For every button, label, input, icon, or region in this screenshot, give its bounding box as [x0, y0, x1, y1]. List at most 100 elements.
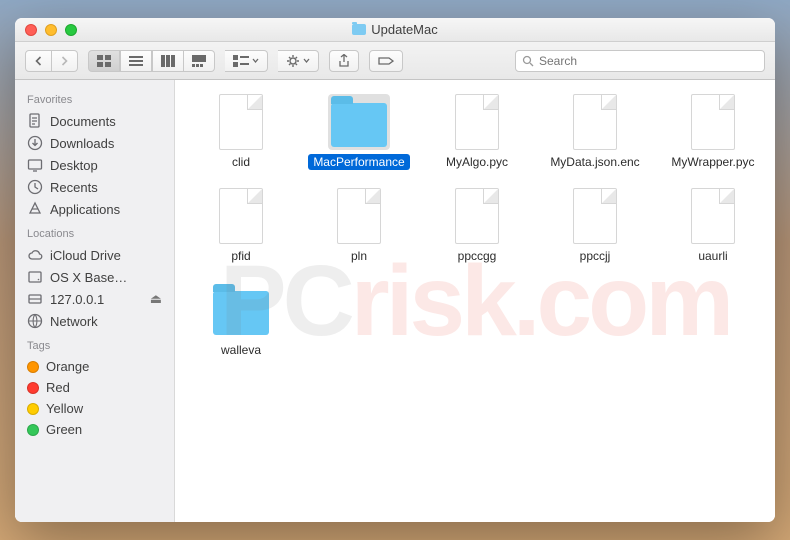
sidebar-item-recents[interactable]: Recents	[15, 176, 174, 198]
columns-icon	[161, 55, 175, 67]
tag-icon	[378, 55, 394, 67]
grid-icon	[97, 55, 111, 67]
close-button[interactable]	[25, 24, 37, 36]
sidebar-item-red[interactable]: Red	[15, 377, 174, 398]
search-input[interactable]	[539, 54, 758, 68]
minimize-button[interactable]	[45, 24, 57, 36]
file-item[interactable]: pln	[303, 188, 415, 264]
view-buttons	[88, 50, 215, 72]
sidebar-item-documents[interactable]: Documents	[15, 110, 174, 132]
tags-button[interactable]	[369, 50, 403, 72]
content-area: Favorites Documents DownloadsDesktop Recent…	[15, 80, 775, 522]
file-label: MyData.json.enc	[545, 154, 644, 170]
chevron-down-icon	[252, 58, 259, 63]
folder-icon	[213, 291, 269, 335]
eject-icon[interactable]: ⏏	[150, 291, 162, 307]
document-icon	[219, 94, 263, 150]
file-label: ppccgg	[453, 248, 502, 264]
zoom-button[interactable]	[65, 24, 77, 36]
sidebar-item-downloads[interactable]: Downloads	[15, 132, 174, 154]
document-icon	[337, 188, 381, 244]
toolbar	[15, 42, 775, 80]
file-area[interactable]: clid MacPerformance MyAlgo.pyc MyData.json.…	[175, 80, 775, 522]
file-item[interactable]: ppccgg	[421, 188, 533, 264]
file-item[interactable]: pfid	[185, 188, 297, 264]
window-title-text: UpdateMac	[371, 22, 437, 37]
list-view-button[interactable]	[120, 50, 152, 72]
sidebar-section-header: Favorites	[15, 86, 174, 110]
file-item[interactable]: MyAlgo.pyc	[421, 94, 533, 170]
search-field[interactable]	[515, 50, 765, 72]
sidebar-item-label: Orange	[46, 359, 89, 374]
action-menu-button[interactable]	[278, 50, 319, 72]
file-label: pln	[346, 248, 372, 264]
sidebar-item-label: Network	[50, 314, 98, 329]
sidebar[interactable]: Favorites Documents DownloadsDesktop Recent…	[15, 80, 175, 522]
sidebar-item-label: 127.0.0.1	[50, 292, 104, 307]
search-icon	[522, 55, 534, 67]
gallery-view-button[interactable]	[184, 50, 215, 72]
sidebar-item-yellow[interactable]: Yellow	[15, 398, 174, 419]
file-label: ppccjj	[575, 248, 616, 264]
tag-dot-icon	[27, 424, 39, 436]
file-label: walleva	[216, 342, 266, 358]
group-buttons	[225, 50, 268, 72]
column-view-button[interactable]	[152, 50, 184, 72]
file-item[interactable]: walleva	[185, 282, 297, 358]
sidebar-item-label: OS X Base…	[50, 270, 127, 285]
chevron-right-icon	[60, 56, 69, 66]
sidebar-item-green[interactable]: Green	[15, 419, 174, 440]
sidebar-item-127-0-0-1[interactable]: 127.0.0.1 ⏏	[15, 288, 174, 310]
file-item[interactable]: MacPerformance	[303, 94, 415, 170]
sidebar-item-icloud-drive[interactable]: iCloud Drive	[15, 244, 174, 266]
downloads-icon	[27, 135, 43, 151]
finder-window: UpdateMac	[15, 18, 775, 522]
stack-icon	[233, 55, 249, 67]
sidebar-section-header: Tags	[15, 332, 174, 356]
documents-icon	[27, 113, 43, 129]
document-icon	[219, 188, 263, 244]
icloud-icon	[27, 247, 43, 263]
document-icon	[691, 188, 735, 244]
file-label: pfid	[226, 248, 255, 264]
sidebar-item-orange[interactable]: Orange	[15, 356, 174, 377]
sidebar-item-label: Red	[46, 380, 70, 395]
group-by-button[interactable]	[225, 50, 268, 72]
sidebar-item-label: Yellow	[46, 401, 83, 416]
tag-dot-icon	[27, 382, 39, 394]
file-label: MacPerformance	[308, 154, 409, 170]
file-label: clid	[227, 154, 255, 170]
share-icon	[338, 54, 350, 68]
forward-button[interactable]	[52, 50, 78, 72]
sidebar-section-header: Locations	[15, 220, 174, 244]
gallery-icon	[192, 55, 206, 67]
applications-icon	[27, 201, 43, 217]
document-icon	[573, 94, 617, 150]
server-icon	[27, 291, 43, 307]
file-item[interactable]: ppccjj	[539, 188, 651, 264]
document-icon	[691, 94, 735, 150]
sidebar-item-applications[interactable]: Applications	[15, 198, 174, 220]
share-button[interactable]	[329, 50, 359, 72]
file-item[interactable]: MyData.json.enc	[539, 94, 651, 170]
sidebar-item-label: Documents	[50, 114, 116, 129]
file-item[interactable]: MyWrapper.pyc	[657, 94, 769, 170]
document-icon	[455, 188, 499, 244]
sidebar-item-label: iCloud Drive	[50, 248, 121, 263]
sidebar-item-desktop[interactable]: Desktop	[15, 154, 174, 176]
file-item[interactable]: uaurli	[657, 188, 769, 264]
back-button[interactable]	[25, 50, 52, 72]
tag-dot-icon	[27, 361, 39, 373]
titlebar[interactable]: UpdateMac	[15, 18, 775, 42]
file-label: MyAlgo.pyc	[441, 154, 513, 170]
folder-icon	[331, 103, 387, 147]
sidebar-item-network[interactable]: Network	[15, 310, 174, 332]
chevron-down-icon	[303, 58, 310, 63]
sidebar-item-label: Applications	[50, 202, 120, 217]
file-item[interactable]: clid	[185, 94, 297, 170]
sidebar-item-os-x-base-[interactable]: OS X Base…	[15, 266, 174, 288]
icon-view-button[interactable]	[88, 50, 120, 72]
nav-buttons	[25, 50, 78, 72]
file-label: uaurli	[693, 248, 732, 264]
sidebar-item-label: Recents	[50, 180, 98, 195]
